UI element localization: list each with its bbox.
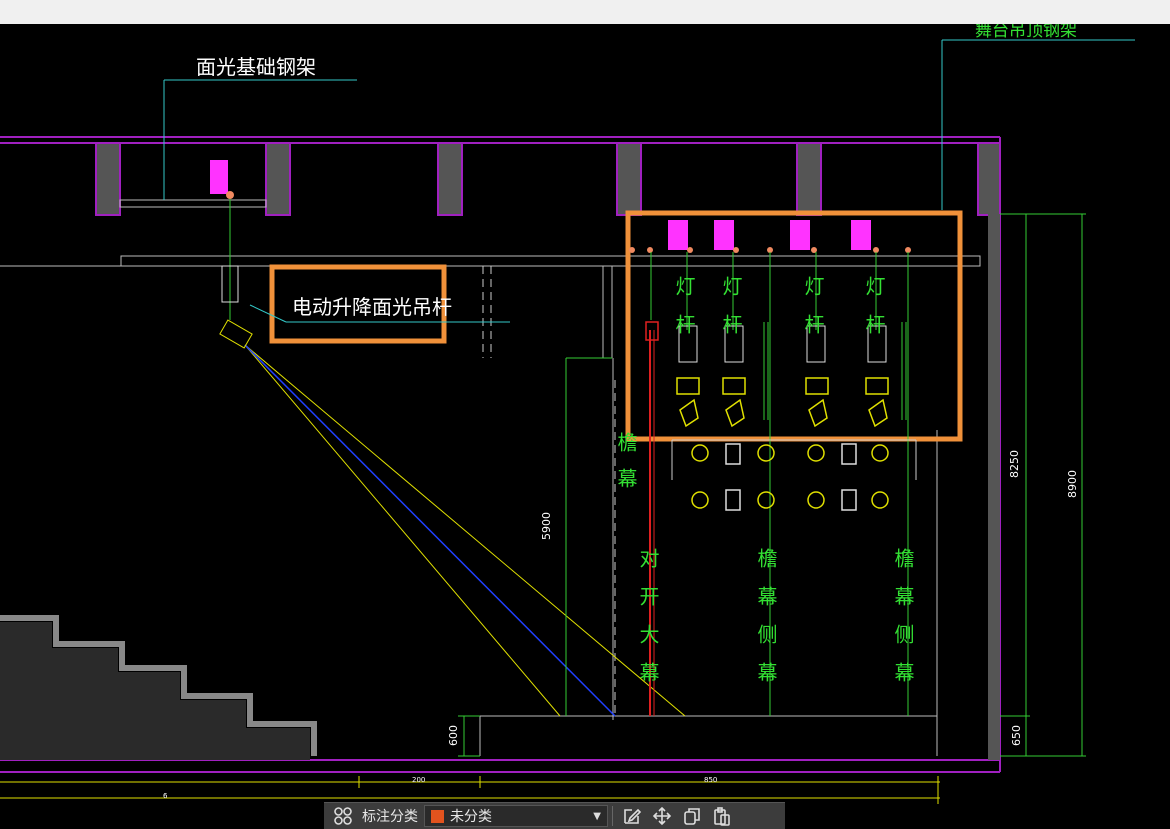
move-icon[interactable] <box>647 804 677 828</box>
dim-650: 650 <box>1010 725 1023 746</box>
light-bar-1-label: 灯杆 <box>672 276 696 352</box>
category-color-swatch <box>431 809 444 823</box>
grid-icon[interactable] <box>332 805 354 827</box>
light-bar-4-label: 灯杆 <box>862 276 886 352</box>
title-bar <box>0 0 1170 24</box>
dim-200: 200 <box>412 776 425 784</box>
eave-curtain-label: 檐幕 <box>614 432 638 504</box>
annotation-toolbar: 标注分类 未分类 ▼ <box>324 802 785 829</box>
dim-8250: 8250 <box>1008 450 1021 478</box>
light-bar-3-label: 灯杆 <box>801 276 825 352</box>
annotation-category-label: 标注分类 <box>362 809 418 825</box>
dim-5900: 5900 <box>540 512 553 540</box>
light-bar-2-label: 灯杆 <box>719 276 743 352</box>
dim-6: 6 <box>163 792 168 800</box>
audience-stairs <box>0 615 317 760</box>
toolbar-divider <box>612 806 613 826</box>
edit-icon[interactable] <box>617 804 647 828</box>
dim-850: 850 <box>704 776 717 784</box>
dim-8900: 8900 <box>1066 470 1079 498</box>
stage-truss-label: 舞台吊顶钢架 <box>975 24 1077 41</box>
dim-600: 600 <box>447 725 460 746</box>
cad-canvas[interactable]: 面光基础钢架 舞台吊顶钢架 电动升降面光吊杆 灯杆 灯杆 灯杆 灯杆 檐幕 对开… <box>0 24 1170 828</box>
light-beam <box>244 344 686 717</box>
motor-batten-label: 电动升降面光吊杆 <box>292 295 452 319</box>
main-curtain-label: 对开大幕 <box>636 548 660 700</box>
side-curtain-2-label: 檐幕侧幕 <box>891 548 915 700</box>
chevron-down-icon: ▼ <box>593 810 601 822</box>
face-light-truss-label: 面光基础钢架 <box>196 55 316 79</box>
paste-icon[interactable] <box>707 804 737 828</box>
category-value: 未分类 <box>450 809 492 825</box>
bottom-dimension <box>0 776 940 804</box>
side-curtain-1-label: 檐幕侧幕 <box>754 548 778 700</box>
foh-light-assembly <box>210 160 253 349</box>
copy-icon[interactable] <box>677 804 707 828</box>
category-select[interactable]: 未分类 ▼ <box>424 805 608 827</box>
